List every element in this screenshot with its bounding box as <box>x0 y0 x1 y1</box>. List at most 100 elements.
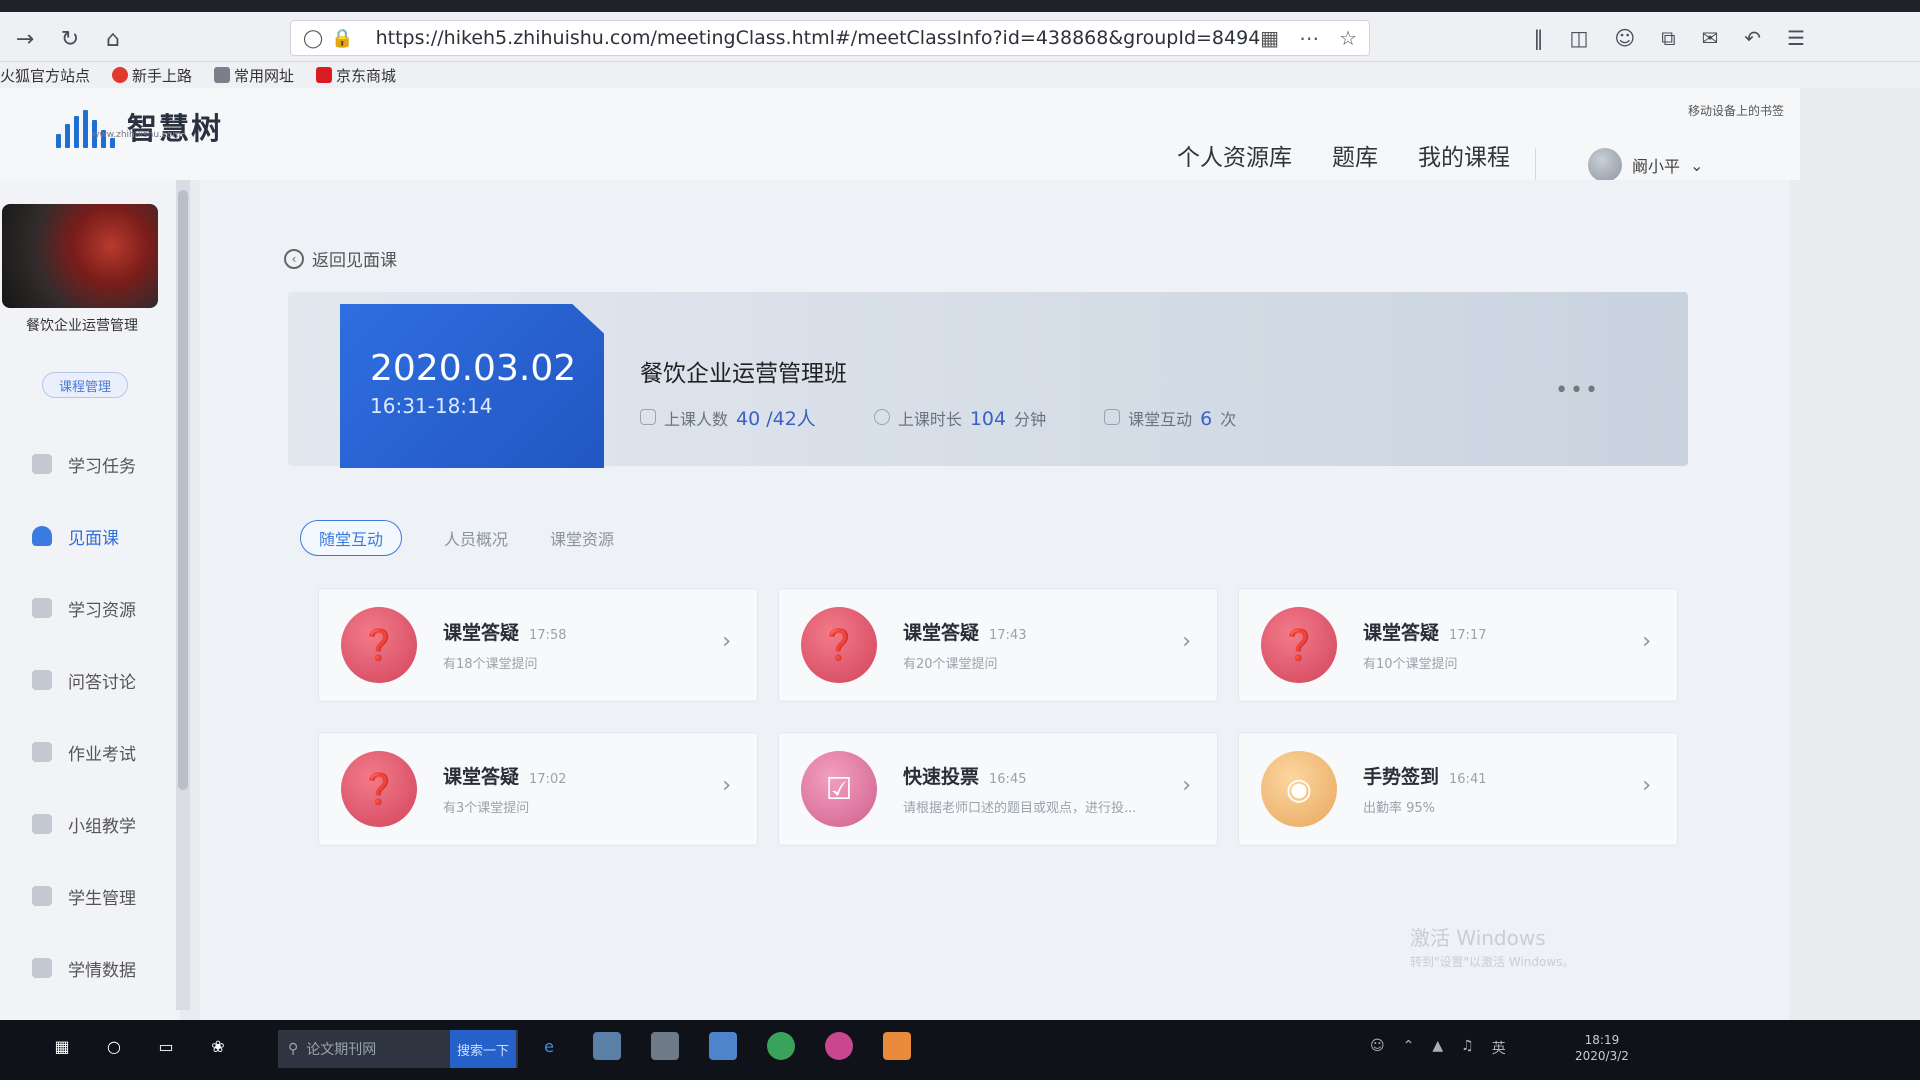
class-summary-card: 2020.03.02 16:31-18:14 餐饮企业运营管理班 上课人数 40… <box>288 292 1688 468</box>
bookmark-item[interactable]: 新手上路 <box>112 65 192 86</box>
sidebar-item-resources[interactable]: 学习资源 <box>0 572 180 644</box>
stat-unit: 分钟 <box>1014 410 1047 429</box>
clock-icon <box>873 409 890 425</box>
search-icon[interactable]: ○ <box>100 1032 128 1060</box>
home-icon[interactable]: ⌂ <box>98 24 128 54</box>
windows-activation-watermark: 激活 Windows 转到"设置"以激活 Windows。 <box>1410 922 1574 970</box>
chevron-right-icon: › <box>1642 773 1651 798</box>
lock-icon[interactable]: 🔒 <box>331 28 353 49</box>
activity-desc: 请根据老师口述的题目或观点，进行投... <box>903 801 1137 816</box>
analytics-icon <box>32 958 52 978</box>
app-icon[interactable] <box>709 1032 737 1060</box>
nav-my-courses[interactable]: 我的课程 <box>1418 138 1510 172</box>
sidebar-item-homework[interactable]: 作业考试 <box>0 716 180 788</box>
sidebar-item-discussion[interactable]: 问答讨论 <box>0 644 180 716</box>
menu-icon[interactable]: ☰ <box>1787 26 1805 50</box>
forward-icon[interactable]: → <box>10 24 40 54</box>
course-manage-button[interactable]: 课程管理 <box>42 372 128 398</box>
screenshot-icon[interactable]: ⧉ <box>1661 26 1675 50</box>
chevron-up-icon[interactable]: ⌃ <box>1403 1038 1415 1058</box>
bookmark-item[interactable]: 京东商城 <box>316 65 396 86</box>
sidebar-item-tasks[interactable]: 学习任务 <box>0 428 180 500</box>
library-icon[interactable]: ‖ <box>1533 26 1543 50</box>
bookmark-star-icon[interactable]: ☆ <box>1339 26 1357 50</box>
task-view-icon[interactable]: ▭ <box>152 1032 180 1060</box>
sidebar-item-group-teaching[interactable]: 小组教学 <box>0 788 180 860</box>
activity-card[interactable]: ◉ 手势签到 16:41 出勤率 95% › <box>1238 732 1678 846</box>
system-tray: ☺ ⌃ ▲ ♫ 英 <box>1370 1038 1506 1058</box>
people-icon[interactable]: ☺ <box>1370 1038 1385 1058</box>
logo-bars-icon <box>56 110 115 148</box>
bookmark-item[interactable]: 火狐官方站点 <box>0 65 90 86</box>
activity-card[interactable]: ❓ 课堂答疑 17:43 有20个课堂提问 › <box>778 588 1218 702</box>
app-icon[interactable]: ❀ <box>204 1032 232 1060</box>
sidebar-item-students[interactable]: 学生管理 <box>0 860 180 932</box>
reload-icon[interactable]: ↻ <box>55 24 85 54</box>
course-cover-image[interactable] <box>2 204 158 308</box>
user-menu[interactable]: 阚小平 ⌄ <box>1588 148 1703 182</box>
class-time: 16:31-18:14 <box>370 394 493 418</box>
chat-icon[interactable]: ✉ <box>1702 26 1719 50</box>
tab-class-resources[interactable]: 课堂资源 <box>550 520 614 556</box>
nav-personal-resources[interactable]: 个人资源库 <box>1177 138 1292 172</box>
activity-card[interactable]: ❓ 课堂答疑 17:02 有3个课堂提问 › <box>318 732 758 846</box>
main-content: ‹ 返回见面课 2020.03.02 16:31-18:14 餐饮企业运营管理班… <box>200 180 1790 1020</box>
undo-icon[interactable]: ↶ <box>1744 26 1761 50</box>
sidebar-item-analytics[interactable]: 学情数据 <box>0 932 180 1004</box>
folder-icon <box>214 67 231 83</box>
qa-icon: ❓ <box>801 607 877 683</box>
sidebar-icon[interactable]: ◫ <box>1569 26 1588 50</box>
activity-desc: 有3个课堂提问 <box>443 801 530 816</box>
logo-subtitle: www.zhihuishu.com <box>92 130 182 140</box>
address-bar[interactable]: ◯ 🔒 https://hikeh5.zhihuishu.com/meeting… <box>290 20 1370 56</box>
qr-code-icon[interactable]: ▦ <box>1260 26 1279 50</box>
clock-time: 18:19 <box>1584 1033 1620 1047</box>
qa-icon: ❓ <box>341 607 417 683</box>
edge-icon[interactable]: e <box>535 1032 563 1060</box>
ime-indicator[interactable]: 英 <box>1492 1038 1506 1058</box>
app-icon[interactable] <box>883 1032 911 1060</box>
taskbar-search-button[interactable]: 搜索一下 <box>450 1030 516 1068</box>
scroll-thumb[interactable] <box>178 190 188 790</box>
activity-card[interactable]: ❓ 课堂答疑 17:17 有10个课堂提问 › <box>1238 588 1678 702</box>
url-text[interactable]: https://hikeh5.zhihuishu.com/meetingClas… <box>376 27 1261 49</box>
shield-icon[interactable]: ◯ <box>303 28 323 49</box>
firefox-icon <box>112 67 129 83</box>
browser-360-icon[interactable] <box>767 1032 795 1060</box>
more-options-button[interactable]: ••• <box>1555 378 1600 403</box>
sidebar-item-label: 问答讨论 <box>68 672 136 693</box>
chevron-down-icon: ⌄ <box>1690 155 1704 175</box>
bookmark-item[interactable]: 常用网址 <box>214 65 294 86</box>
activity-card[interactable]: ❓ 课堂答疑 17:58 有18个课堂提问 › <box>318 588 758 702</box>
stat-label: 上课时长 <box>897 410 962 429</box>
sidebar-item-label: 学生管理 <box>68 888 136 909</box>
activity-time: 16:45 <box>989 772 1027 787</box>
sidebar-item-meeting-class[interactable]: 见面课 <box>0 500 180 572</box>
sidebar-item-label: 见面课 <box>68 528 119 549</box>
activity-title: 课堂答疑 <box>443 622 520 644</box>
search-icon: ⚲ <box>288 1041 299 1057</box>
site-logo[interactable]: 智慧树 <box>56 104 223 148</box>
file-explorer-icon[interactable] <box>593 1032 621 1060</box>
windows-start-icon[interactable]: ▦ <box>48 1032 76 1060</box>
mobile-bookmarks[interactable]: 移动设备上的书签 <box>1688 102 1784 119</box>
bookmark-label: 常用网址 <box>234 66 295 85</box>
taskbar-clock[interactable]: 18:19 2020/3/2 <box>1575 1032 1629 1064</box>
activity-card[interactable]: ☑ 快速投票 16:45 请根据老师口述的题目或观点，进行投... › <box>778 732 1218 846</box>
back-link[interactable]: ‹ 返回见面课 <box>284 246 397 271</box>
nav-question-bank[interactable]: 题库 <box>1332 138 1378 172</box>
tab-classroom-interaction[interactable]: 随堂互动 <box>300 520 403 556</box>
students-icon <box>32 886 52 906</box>
network-icon[interactable]: ▲ <box>1432 1038 1443 1058</box>
stat-value: 104 <box>969 408 1007 430</box>
firefox-icon[interactable] <box>825 1032 853 1060</box>
page-actions-button[interactable]: ⋯ <box>1299 26 1319 50</box>
volume-icon[interactable]: ♫ <box>1461 1038 1474 1058</box>
logo-text: 智慧树 <box>127 112 223 147</box>
store-icon[interactable] <box>651 1032 679 1060</box>
tab-attendance-overview[interactable]: 人员概况 <box>444 520 508 556</box>
bookmark-label: 火狐官方站点 <box>0 66 91 85</box>
sidebar-scrollbar[interactable] <box>176 180 190 1010</box>
account-icon[interactable]: ☺ <box>1614 26 1635 50</box>
location-pin-icon: ◉ <box>1261 751 1337 827</box>
